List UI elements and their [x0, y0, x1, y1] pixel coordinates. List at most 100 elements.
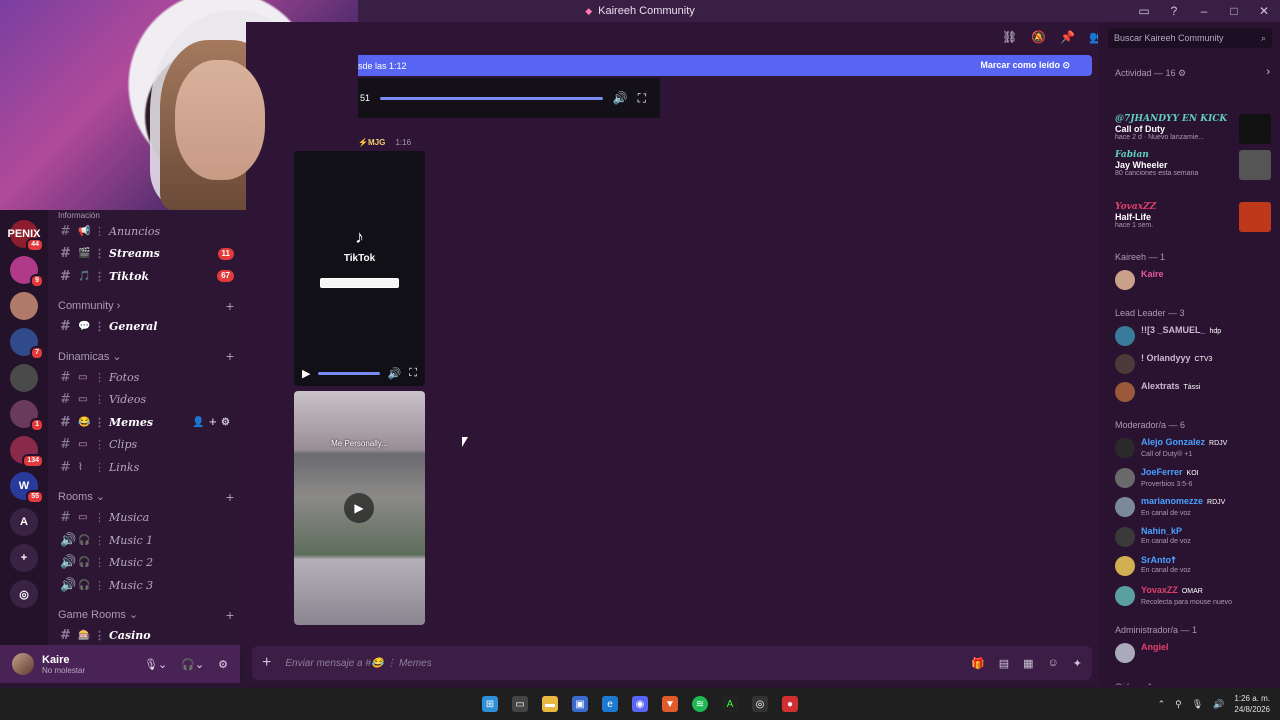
server-icon[interactable]: PENIX 44 [8, 220, 44, 252]
tiktok-progress[interactable] [318, 371, 380, 375]
new-messages-banner[interactable]: sde las 1:12 Marcar como leído ⊙ [358, 55, 1092, 76]
mark-read-button[interactable]: Marcar como leído ⊙ [980, 60, 1070, 71]
sticker-icon[interactable]: ▦ [1023, 657, 1033, 670]
volume-icon[interactable]: 🔊 [388, 367, 402, 380]
chevron-up-icon[interactable]: ⌃ [1158, 699, 1166, 710]
server-icon[interactable]: + [10, 544, 38, 572]
video-progress[interactable] [380, 96, 603, 100]
threads-icon[interactable]: ⛓ [1002, 30, 1017, 44]
activity-header[interactable]: Actividad — 16 ⚙ [1115, 68, 1186, 79]
tiktok-video[interactable]: ♪ TikTok ▶ 🔊 ⛶ [294, 151, 425, 386]
search-input[interactable]: Buscar Kaireeh Community ⌕ [1108, 28, 1272, 48]
member-item[interactable]: JoeFerrer KOI Proverbios 3:5-6 [1115, 466, 1275, 492]
help-icon[interactable]: ? [1166, 4, 1182, 18]
server-icon[interactable] [10, 364, 38, 392]
play-icon[interactable]: ▶ [344, 493, 374, 523]
server-icon[interactable]: 7 [10, 328, 44, 360]
server-icon[interactable]: W 55 [10, 472, 44, 504]
member-item[interactable]: Kaire [1115, 268, 1275, 294]
start-icon[interactable]: ⊞ [482, 696, 498, 712]
headphones-icon[interactable]: 🎧⌄ [181, 658, 204, 671]
channel-music-2[interactable]: 🔊 🎧 ⋮ Music 2 [48, 552, 246, 575]
mic-tray-icon[interactable]: 🎙 [1192, 699, 1203, 710]
avatar[interactable] [12, 653, 34, 675]
emoji-icon[interactable]: ☺ [1048, 657, 1059, 670]
edge-icon[interactable]: e [602, 696, 618, 712]
channel-musica[interactable]: # ▭ ⋮ Musica [48, 507, 246, 530]
member-item[interactable]: !![3 _SAMUEL_ hdp [1115, 324, 1275, 350]
invite-icon[interactable]: 👤+ [192, 417, 221, 428]
channel-tiktok[interactable]: # 🎵 ⋮ Tiktok 67 [48, 265, 246, 288]
server-icon[interactable]: A [10, 508, 38, 536]
apps-icon[interactable]: ✦ [1073, 657, 1082, 670]
member-item[interactable]: Alextrats Tássi [1115, 380, 1275, 406]
category-rooms[interactable]: Rooms ⌄ + [48, 487, 246, 507]
channel-videos[interactable]: # ▭ ⋮ Videos [48, 389, 246, 412]
gif-icon[interactable]: ▤ [999, 657, 1009, 670]
channel-anuncios[interactable]: # 📢 ⋮ Anuncios [48, 220, 246, 243]
play-icon[interactable]: ▶ [302, 367, 310, 380]
server-icon[interactable] [10, 292, 38, 320]
obs-icon[interactable]: ● [782, 696, 798, 712]
activity-card[interactable]: YovaxZZ Half-Life hace 1 sem. [1115, 202, 1275, 242]
member-item[interactable]: YovaxZZ OMAR Recolecta para mouse nuevo [1115, 584, 1275, 610]
volume-tray-icon[interactable]: 🔊 [1213, 699, 1224, 710]
spotify-icon[interactable]: ≋ [692, 696, 708, 712]
server-icon[interactable]: 1 [10, 400, 44, 432]
activity-card[interactable]: @7JHANDYY EN KICK Call of Duty hace 2 d · … [1115, 114, 1275, 154]
channel-streams[interactable]: # 🎬 ⋮ Streams 11 [48, 243, 246, 266]
category-partial[interactable]: Información [48, 210, 246, 220]
clock[interactable]: 1:26 a. m. 24/8/2026 [1234, 693, 1270, 715]
message-author[interactable]: ⚡MJG [358, 138, 385, 147]
channel-links[interactable]: # ⌇ ⋮ Links [48, 456, 246, 479]
member-item[interactable]: SrAnto☨ En canal de voz [1115, 554, 1275, 580]
fullscreen-icon[interactable]: ⛶ [638, 91, 646, 106]
add-channel-icon[interactable]: + [226, 489, 234, 505]
member-item[interactable]: marianomezze RDJV En canal de voz [1115, 495, 1275, 521]
channel-memes[interactable]: # 😂 ⋮ Memes 👤+⚙ [48, 411, 246, 434]
meme-video[interactable]: Me Personally... ▶ [294, 391, 425, 625]
add-channel-icon[interactable]: + [226, 607, 234, 623]
server-icon[interactable]: 9 [10, 256, 44, 288]
inbox-icon[interactable]: ▭ [1136, 4, 1152, 18]
user-info[interactable]: Kaire No molestar [42, 654, 85, 675]
category-game-rooms[interactable]: Game Rooms ⌄ + [48, 605, 246, 625]
member-item[interactable]: Angiel [1115, 641, 1275, 667]
close-button[interactable]: ✕ [1256, 4, 1272, 18]
category-community[interactable]: Community › + [48, 296, 246, 316]
app-a-icon[interactable]: A [722, 696, 738, 712]
attach-icon[interactable]: + [262, 654, 271, 672]
member-item[interactable]: Alejo Gonzalez RDJV Call of Duty® +1 [1115, 436, 1275, 462]
taskview-icon[interactable]: ▭ [512, 696, 528, 712]
category-dinamicas[interactable]: Dinamicas ⌄ + [48, 346, 246, 366]
gear-icon[interactable]: ⚙ [218, 658, 228, 671]
chevron-right-icon[interactable]: › [1266, 66, 1270, 78]
volume-icon[interactable]: 🔊 [613, 91, 628, 105]
member-item[interactable]: Nahin_kP En canal de voz [1115, 525, 1275, 551]
channel-general[interactable]: # 💬 ⋮ General [48, 316, 246, 339]
channel-music-3[interactable]: 🔊 🎧 ⋮ Music 3 [48, 574, 246, 597]
activity-card[interactable]: Fabian Jay Wheeler 80 canciones esta seman… [1115, 150, 1275, 190]
add-channel-icon[interactable]: + [226, 348, 234, 364]
server-icon[interactable]: 134 [10, 436, 44, 468]
gift-icon[interactable]: 🎁 [971, 657, 985, 670]
channel-casino[interactable]: # 🎰 ⋮ Casino [48, 625, 246, 648]
member-item[interactable]: ! Orlandyyy CTV3 [1115, 352, 1275, 378]
fullscreen-icon[interactable]: ⛶ [409, 367, 417, 380]
pin-icon[interactable]: 📌 [1060, 30, 1075, 44]
folder-icon[interactable]: ▬ [542, 696, 558, 712]
network-icon[interactable]: ⚲ [1175, 699, 1182, 710]
discord-icon[interactable]: ◉ [632, 696, 648, 712]
channel-music-1[interactable]: 🔊 🎧 ⋮ Music 1 [48, 529, 246, 552]
minimize-button[interactable]: – [1196, 4, 1212, 18]
steam-icon[interactable]: ◎ [752, 696, 768, 712]
gear-icon[interactable]: ⚙ [221, 417, 234, 428]
maximize-button[interactable]: □ [1226, 4, 1242, 18]
brave-icon[interactable]: ▼ [662, 696, 678, 712]
server-icon[interactable]: ◎ [10, 580, 38, 608]
add-channel-icon[interactable]: + [226, 298, 234, 314]
microphone-icon[interactable]: 🎙⌄ [144, 658, 167, 671]
channel-fotos[interactable]: # ▭ ⋮ Fotos [48, 366, 246, 389]
message-input[interactable]: Enviar mensaje a #😂 ⋮ Memes [285, 658, 957, 669]
channel-clips[interactable]: # ▭ ⋮ Clips [48, 434, 246, 457]
